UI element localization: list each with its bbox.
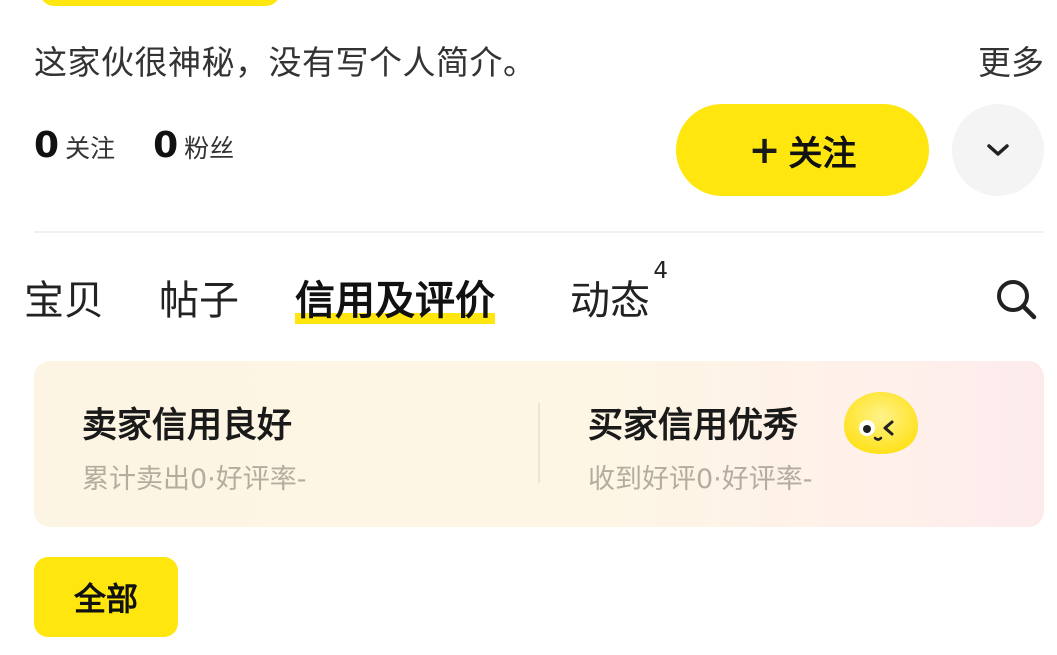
profile-stats: 0 关注 0 粉丝	[34, 125, 272, 181]
seller-credit: 卖家信用良好 累计卖出0·好评率-	[82, 361, 502, 527]
search-button[interactable]	[992, 275, 1040, 323]
profile-bio-row: 这家伙很神秘，没有写个人简介。 更多	[34, 30, 1044, 82]
seller-credit-title: 卖家信用良好	[82, 406, 293, 446]
expand-button[interactable]	[952, 104, 1044, 196]
activity-count-badge: 4	[653, 258, 668, 284]
following-label: 关注	[65, 134, 116, 163]
tab-credit-reviews[interactable]: 信用及评价	[295, 268, 495, 326]
buyer-credit-title: 买家信用优秀	[588, 406, 799, 446]
credit-summary-card[interactable]: 卖家信用良好 累计卖出0·好评率- 买家信用优秀 收到好评0·好评率-	[34, 361, 1044, 527]
buyer-credit-stats: 收到好评0·好评率-	[588, 464, 813, 495]
tab-posts[interactable]: 帖子	[159, 268, 239, 326]
filter-all-chip[interactable]: 全部	[34, 557, 178, 637]
followers-count: 0	[153, 125, 179, 166]
profile-tabs: 宝贝 帖子 信用及评价 动态 4	[24, 258, 1044, 332]
section-divider	[34, 231, 1044, 233]
followers-stat[interactable]: 0 粉丝	[153, 125, 234, 166]
buyer-credit: 买家信用优秀 收到好评0·好评率-	[588, 361, 1008, 527]
followers-label: 粉丝	[184, 134, 235, 163]
follow-label: 关注	[788, 133, 857, 174]
chevron-down-icon	[987, 144, 1009, 156]
following-count: 0	[34, 125, 60, 166]
mascot-icon	[844, 392, 918, 454]
tab-items[interactable]: 宝贝	[24, 268, 104, 326]
plus-icon: +	[748, 128, 781, 172]
follow-button[interactable]: + 关注	[676, 104, 929, 196]
credit-divider	[538, 403, 540, 483]
top-action-button-edge[interactable]	[40, 0, 280, 6]
tab-label: 信用及评价	[295, 278, 495, 324]
seller-credit-stats: 累计卖出0·好评率-	[82, 464, 307, 495]
tab-label: 帖子	[159, 278, 239, 324]
tab-label: 宝贝	[24, 278, 104, 324]
more-link[interactable]: 更多	[978, 36, 1044, 84]
profile-bio: 这家伙很神秘，没有写个人简介。	[34, 43, 537, 82]
following-stat[interactable]: 0 关注	[34, 125, 115, 166]
tab-label: 动态	[570, 278, 650, 324]
search-icon	[997, 280, 1037, 320]
tab-activity[interactable]: 动态 4	[570, 258, 668, 326]
